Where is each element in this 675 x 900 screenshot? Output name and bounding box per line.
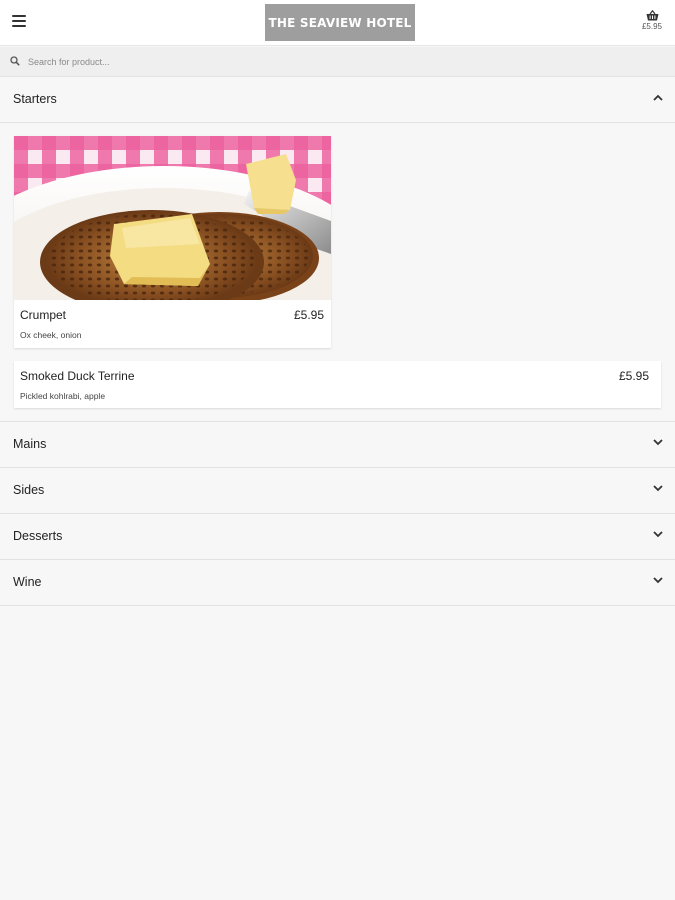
category-desserts[interactable]: Desserts (0, 514, 675, 560)
category-label: Sides (13, 483, 45, 497)
product-price: £5.95 (618, 369, 649, 383)
category-label: Desserts (13, 529, 63, 543)
hamburger-menu-icon[interactable] (12, 15, 26, 29)
product-name: Smoked Duck Terrine (20, 369, 135, 383)
chevron-down-icon (653, 577, 663, 584)
product-name: Crumpet (20, 308, 67, 322)
category-sides[interactable]: Sides (0, 468, 675, 514)
category-starters[interactable]: Starters (0, 77, 675, 123)
category-label: Mains (13, 437, 47, 451)
category-wine[interactable]: Wine (0, 560, 675, 606)
cart-total: £5.95 (641, 22, 663, 31)
product-description: Pickled kohlrabi, apple (20, 391, 106, 401)
search-input[interactable] (28, 52, 658, 72)
hotel-logo[interactable]: THE SEAVIEW HOTEL (265, 4, 415, 41)
chevron-down-icon (653, 531, 663, 538)
product-description: Ox cheek, onion (20, 330, 82, 340)
chevron-down-icon (653, 485, 663, 492)
chevron-up-icon (653, 94, 663, 101)
crumpet-image (14, 136, 331, 300)
category-label: Wine (13, 575, 42, 589)
category-mains[interactable]: Mains (0, 422, 675, 468)
product-card-crumpet[interactable]: Crumpet £5.95 Ox cheek, onion (14, 136, 331, 348)
chevron-down-icon (653, 439, 663, 446)
app-header: THE SEAVIEW HOTEL £5.95 (0, 0, 675, 46)
basket-icon (646, 10, 658, 21)
product-price: £5.95 (293, 308, 324, 322)
category-label: Starters (13, 92, 57, 106)
search-bar (0, 47, 675, 77)
cart-button[interactable]: £5.95 (637, 10, 667, 38)
search-icon (10, 56, 20, 66)
product-card-smoked-duck-terrine[interactable]: Smoked Duck Terrine £5.95 Pickled kohlra… (14, 361, 661, 408)
